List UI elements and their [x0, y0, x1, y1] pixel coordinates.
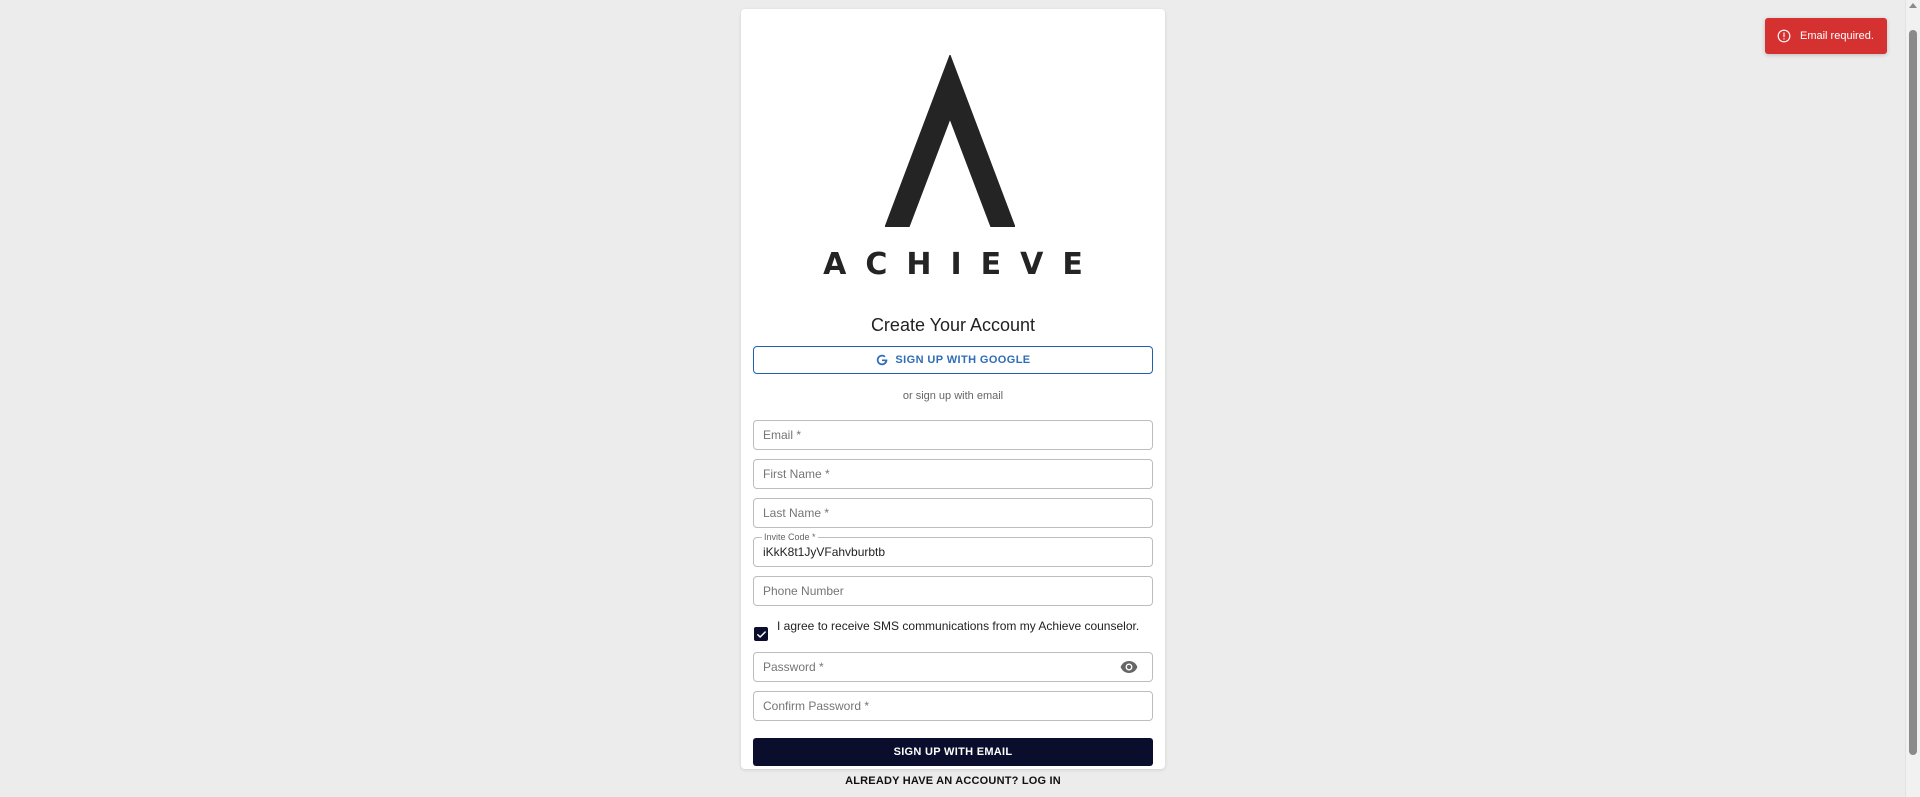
signup-card: ACHIEVE Create Your Account SIGN UP WITH… — [741, 9, 1165, 769]
page-title: Create Your Account — [870, 315, 1036, 335]
last-name-field[interactable]: Last Name * — [753, 498, 1153, 528]
first-name-placeholder: First Name * — [763, 467, 830, 481]
brand-wordmark: ACHIEVE — [823, 247, 1102, 282]
sms-consent-checkbox[interactable] — [754, 627, 768, 641]
google-signup-label: SIGN UP WITH GOOGLE — [895, 354, 1031, 366]
achieve-logo-icon — [885, 55, 1015, 227]
invite-code-label: Invite Code * — [762, 532, 818, 542]
invite-code-value: iKkK8t1JyVFahvburbtb — [763, 545, 886, 559]
confirm-password-field[interactable]: Confirm Password * — [753, 691, 1153, 721]
last-name-placeholder: Last Name * — [763, 506, 830, 520]
alert-circle-icon — [1777, 29, 1791, 43]
email-signup-button[interactable]: SIGN UP WITH EMAIL — [753, 738, 1153, 766]
divider-text: or sign up with email — [902, 390, 1004, 402]
google-icon — [877, 354, 888, 366]
page-scrollbar[interactable] — [1905, 0, 1920, 797]
phone-field[interactable]: Phone Number — [753, 576, 1153, 606]
email-placeholder: Email * — [763, 428, 802, 442]
login-link[interactable]: ALREADY HAVE AN ACCOUNT? LOG IN — [741, 775, 1165, 787]
invite-code-field[interactable]: Invite Code * iKkK8t1JyVFahvburbtb — [753, 532, 1153, 567]
scrollbar-thumb[interactable] — [1909, 30, 1917, 755]
phone-placeholder: Phone Number — [763, 584, 844, 598]
error-toast: Email required. — [1765, 18, 1887, 54]
eye-icon[interactable] — [1120, 660, 1138, 674]
password-placeholder: Password * — [763, 660, 824, 674]
toast-message: Email required. — [1800, 30, 1874, 42]
scroll-up-arrow-icon[interactable] — [1909, 3, 1917, 8]
email-field[interactable]: Email * — [753, 420, 1153, 450]
first-name-field[interactable]: First Name * — [753, 459, 1153, 489]
sms-consent-label: I agree to receive SMS communications fr… — [777, 619, 1140, 633]
google-signup-button[interactable]: SIGN UP WITH GOOGLE — [753, 346, 1153, 374]
sms-consent-row: I agree to receive SMS communications fr… — [753, 617, 1153, 641]
confirm-password-placeholder: Confirm Password * — [763, 699, 870, 713]
password-field[interactable]: Password * — [753, 652, 1153, 682]
checkmark-icon — [756, 630, 766, 638]
